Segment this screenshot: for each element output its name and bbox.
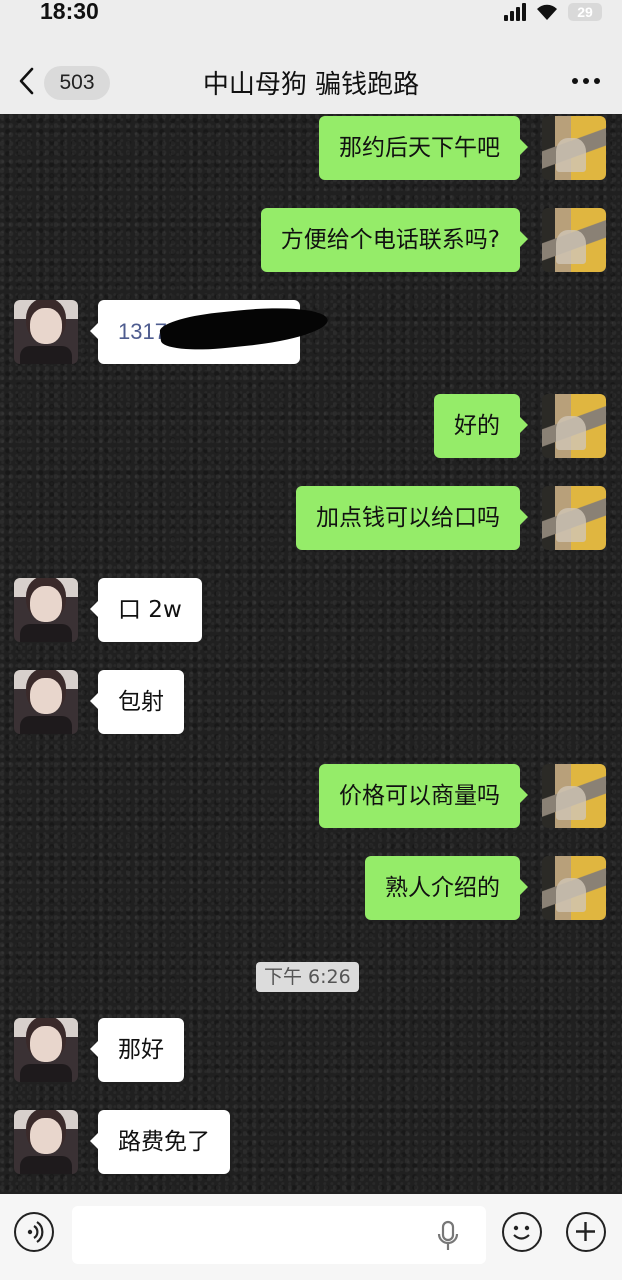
contact-avatar[interactable]: [14, 578, 78, 642]
message-bubble[interactable]: 口 2w: [90, 578, 202, 642]
message-bubble[interactable]: 那约后天下午吧: [319, 116, 528, 180]
my-avatar[interactable]: [542, 208, 606, 272]
status-time: 18:30: [40, 0, 99, 24]
message-input[interactable]: [72, 1206, 486, 1264]
contact-avatar[interactable]: [14, 1110, 78, 1174]
timestamp: 下午 6:26: [256, 962, 359, 992]
chat-area[interactable]: 那约后天下午吧 方便给个电话联系吗? 1317 好的 加点钱可以给口吗 口 2w…: [0, 114, 622, 1194]
message-bubble[interactable]: 加点钱可以给口吗: [296, 486, 528, 550]
status-icons: 29: [504, 2, 602, 22]
message-bubble[interactable]: 路费免了: [90, 1110, 230, 1174]
wifi-icon: [537, 4, 557, 20]
nav-bar: 503 中山母狗 骗钱跑路: [0, 42, 622, 114]
contact-avatar[interactable]: [14, 300, 78, 364]
chat-title: 中山母狗 骗钱跑路: [202, 70, 420, 100]
plus-icon[interactable]: [566, 1212, 606, 1252]
contact-avatar[interactable]: [14, 670, 78, 734]
my-avatar[interactable]: [542, 856, 606, 920]
message-bubble[interactable]: 方便给个电话联系吗?: [260, 208, 529, 272]
message-bubble[interactable]: 熟人介绍的: [365, 856, 528, 920]
more-icon[interactable]: [572, 78, 600, 84]
my-avatar[interactable]: [542, 394, 606, 458]
my-avatar[interactable]: [542, 764, 606, 828]
input-bar: [0, 1194, 622, 1280]
emoji-icon[interactable]: [502, 1212, 542, 1252]
signal-icon: [504, 3, 526, 21]
voice-icon[interactable]: [14, 1212, 54, 1252]
status-bar: 18:30 29: [0, 0, 622, 28]
message-bubble[interactable]: 价格可以商量吗: [319, 764, 528, 828]
mic-icon[interactable]: [436, 1220, 460, 1252]
contact-avatar[interactable]: [14, 1018, 78, 1082]
my-avatar[interactable]: [542, 486, 606, 550]
message-bubble[interactable]: 那好: [90, 1018, 184, 1082]
my-avatar[interactable]: [542, 116, 606, 180]
message-bubble[interactable]: 包射: [90, 670, 184, 734]
battery-icon: 29: [568, 3, 602, 21]
message-bubble[interactable]: 好的: [434, 394, 528, 458]
